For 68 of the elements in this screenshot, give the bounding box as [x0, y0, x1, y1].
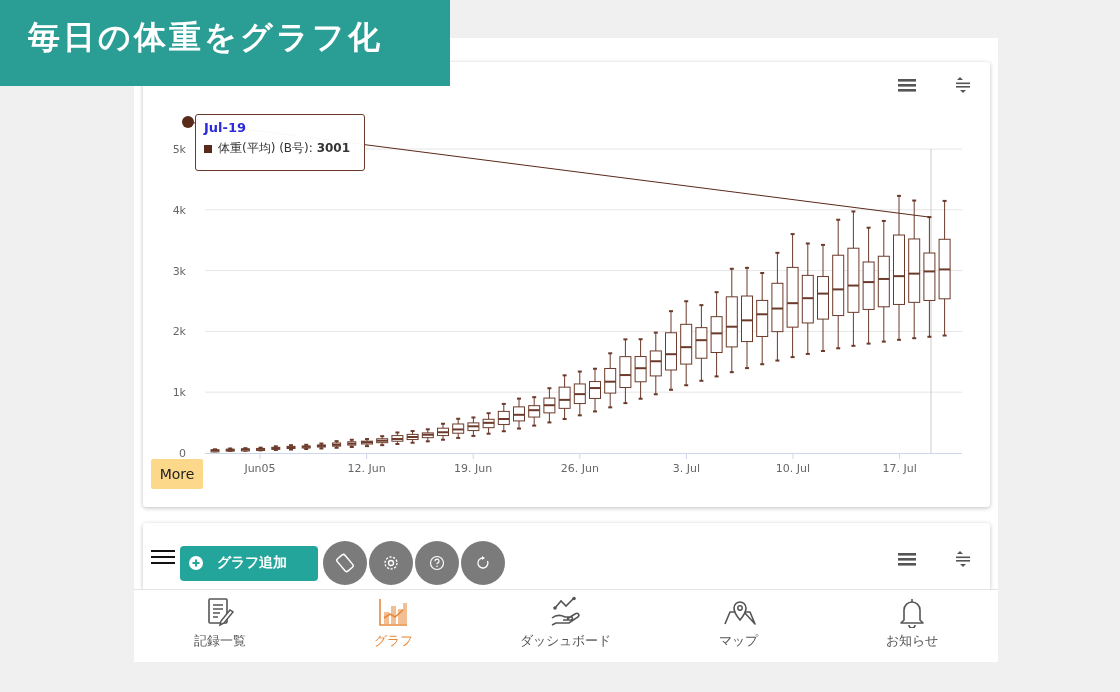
nav-tab[interactable]: ダッシュボード: [479, 590, 653, 662]
axis-label: 4k: [172, 203, 186, 217]
box-plot: [301, 443, 312, 451]
box-plot: [360, 438, 374, 448]
box-plot: [255, 446, 266, 452]
nav-tab[interactable]: 記録一覧: [134, 590, 307, 662]
box-plot: [390, 431, 404, 445]
rotate-button[interactable]: [323, 541, 367, 585]
phone-rotate-icon: [335, 553, 355, 573]
box-plot: [634, 338, 648, 400]
axis-label: 3k: [172, 264, 186, 278]
tooltip-date: Jul-19: [204, 120, 247, 135]
box-plot: [225, 447, 236, 452]
menu-icon[interactable]: [898, 553, 916, 566]
box-plot: [512, 397, 526, 430]
axis-label: 1k: [172, 386, 186, 400]
hand-chart-icon: [549, 596, 583, 628]
axis-label: 3. Jul: [672, 462, 701, 475]
more-button[interactable]: More: [151, 459, 203, 489]
axis-label: 5k: [172, 143, 186, 156]
legend-swatch: [204, 144, 212, 153]
axis-label: 0: [179, 447, 186, 460]
axis-label: 12. Jun: [347, 462, 386, 475]
box-plot: [527, 396, 541, 427]
box-plot: [618, 338, 632, 405]
box-plot: [649, 331, 663, 396]
help-button[interactable]: [415, 541, 459, 585]
axis-label: Jun05: [244, 462, 276, 475]
tooltip-value: 体重(平均) (B号): 3001: [218, 140, 351, 157]
box-plot: [406, 430, 420, 444]
axis-label: 17. Jul: [882, 462, 917, 475]
refresh-icon: [475, 555, 491, 571]
box-plot: [482, 412, 496, 435]
plus-icon: [189, 556, 203, 570]
settings-button[interactable]: [369, 541, 413, 585]
nav-tab[interactable]: お知らせ: [825, 590, 998, 662]
box-plot: [240, 447, 251, 452]
axis-label: 10. Jul: [775, 462, 811, 475]
box-plot: [451, 417, 465, 439]
box-plot: [346, 438, 357, 448]
box-plot: [421, 428, 435, 443]
box-plot: [573, 370, 587, 417]
box-plot: [316, 442, 327, 450]
menu-icon[interactable]: [151, 550, 175, 564]
box-plot: [210, 448, 220, 453]
gear-icon: [382, 554, 400, 572]
refresh-button[interactable]: [461, 541, 505, 585]
sort-icon[interactable]: [956, 551, 970, 567]
box-plot: [436, 422, 450, 441]
axis-label: 2k: [172, 325, 186, 339]
box-plot: [331, 440, 342, 449]
box-plot: [588, 367, 602, 413]
box-plot: [497, 402, 511, 433]
sort-icon[interactable]: [956, 77, 970, 93]
box-plot: [542, 387, 556, 424]
box-plot: [270, 445, 281, 451]
nav-tab[interactable]: マップ: [652, 590, 826, 662]
page-title: 毎日の体重をグラフ化: [0, 0, 450, 86]
axis-label: 19. Jun: [454, 462, 493, 475]
box-plot: [375, 435, 389, 447]
help-icon: [429, 555, 445, 571]
box-plot: [286, 444, 296, 451]
axis-label: 26. Jun: [560, 462, 599, 475]
box-plot: [558, 374, 572, 420]
box-plot: [466, 416, 480, 437]
data-point: [182, 116, 194, 128]
menu-icon[interactable]: [898, 79, 916, 92]
box-plot: [603, 352, 617, 409]
